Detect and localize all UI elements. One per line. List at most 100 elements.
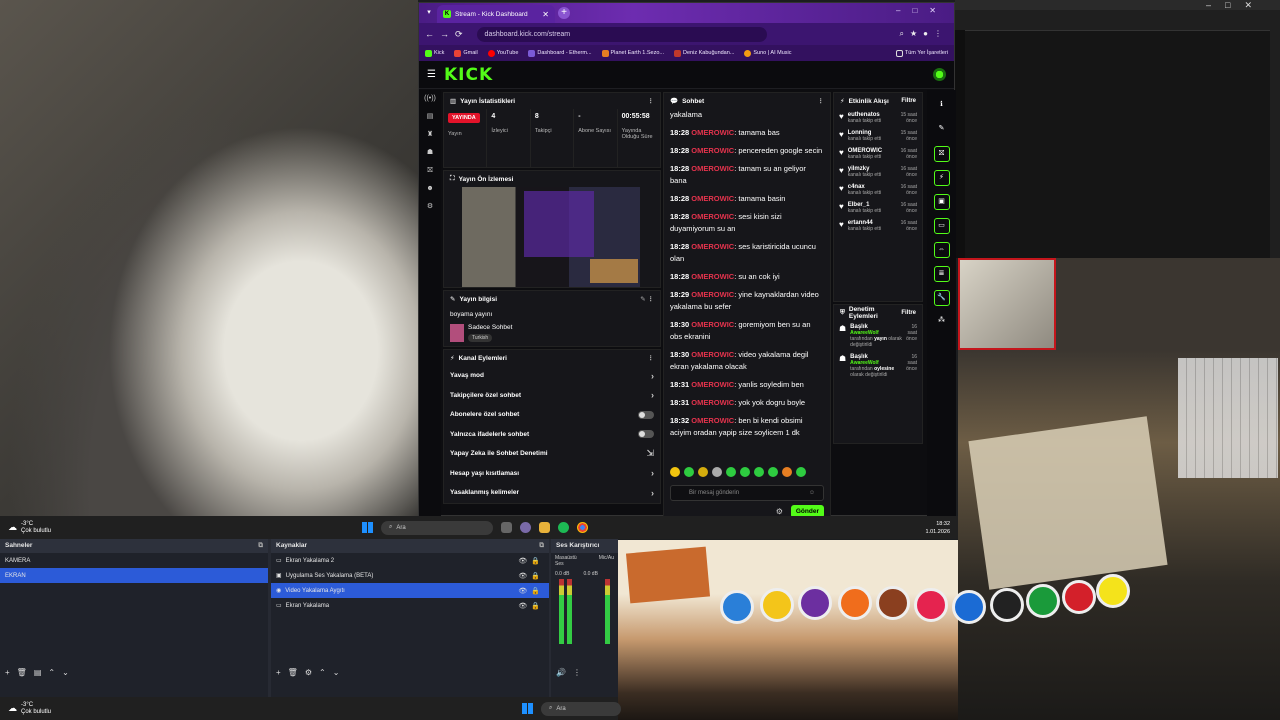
start-button[interactable] [362,522,373,533]
chat-icon: 💬 [670,98,679,105]
obs-icon[interactable] [520,522,531,533]
scene-controls[interactable]: +🗑▤⌃⌄ [5,668,76,677]
broadcast-icon[interactable]: ((•)) [419,90,441,108]
action-slow-mode[interactable]: Yavaş mod › [444,366,660,386]
filter-button[interactable]: Filtre [901,98,916,104]
more-icon[interactable]: ⋮ [648,97,655,105]
emote-icon[interactable] [782,467,792,477]
edit-icon[interactable]: ✎ ⋮ [640,295,654,303]
window-controls[interactable]: –□✕ [955,0,1280,10]
emoji-icon[interactable]: ☺ [809,490,815,496]
all-bookmarks[interactable]: Tüm Yer İşaretleri [895,49,948,57]
action-subs-only[interactable]: Abonelere özel sohbet [444,405,660,425]
emote-icon[interactable] [726,467,736,477]
more-icon[interactable]: ⋮ [818,97,825,105]
avatar[interactable] [933,68,946,81]
weather-widget[interactable]: ☁ -3°C Çok bulutlu [0,702,51,716]
trophy-icon[interactable]: ♜ [419,126,441,144]
more-icon[interactable]: ⋮ [648,354,655,362]
nav-buttons[interactable]: ←→⟳ [425,29,469,40]
bookmark-item[interactable]: Gmail [454,49,478,57]
clock[interactable]: 18:32 1.01.2026 [926,520,950,536]
source-item[interactable]: ▭ Ekran Yakalama 2 👁🔒 [271,553,549,568]
tab-search-icon[interactable]: ▾ [423,7,435,19]
chrome-icon[interactable] [577,522,588,533]
action-banned-words[interactable]: Yasaklanmış kelimeler › [444,483,660,503]
emote-icon[interactable] [740,467,750,477]
source-item[interactable]: ▣ Uygulama Ses Yakalama (BETA) 👁🔒 [271,568,549,583]
chat-message: 18:28 OMEROWIC: pencereden google secin [670,146,823,155]
settings-icon[interactable]: ⚙ [419,198,441,216]
dock-menu-icon[interactable]: ⧉ [258,542,263,550]
volume-meter [567,579,572,644]
bookmark-item[interactable]: Kick [425,49,444,57]
info-icon[interactable]: ℹ [934,98,950,114]
menu-icon[interactable]: ☰ [427,69,436,80]
wrench-icon[interactable]: 🔧 [933,290,950,306]
new-tab-button[interactable]: + [558,7,570,19]
emote-icon[interactable] [712,467,722,477]
card-title: Kanal Eylemleri [458,354,507,362]
list-icon[interactable]: ≣ [933,266,950,282]
emote-icon[interactable] [796,467,806,477]
bolt-icon[interactable]: ⚡ [933,170,950,186]
source-item[interactable]: ▭ Ekran Yakalama 👁🔒 [271,598,549,613]
weather-widget[interactable]: ☁ -3°C Çok bulutlu [0,521,51,535]
category-thumbnail [450,324,464,342]
pencil-icon[interactable]: ✎ [934,122,950,138]
moderation-icon[interactable]: ⛝ [419,162,441,180]
users-icon[interactable]: ☗ [419,144,441,162]
action-ai-moderation[interactable]: Yapay Zeka ile Sohbet Denetimi ⇲ [444,444,660,464]
bookmark-item[interactable]: Dashboard - Etherm... [528,49,592,57]
address-bar[interactable]: dashboard.kick.com/stream [476,26,767,42]
chat-settings-icon[interactable]: ⚙ [776,507,783,516]
right-rail: ℹ ✎ ⛝ ⚡ ▣ ▭ ⇔ ≣ 🔧 ⁂ [927,90,956,517]
emote-icon[interactable] [684,467,694,477]
paint-pot [838,586,872,620]
emote-icon[interactable] [768,467,778,477]
dock-menu-icon[interactable]: ⧉ [539,542,544,550]
source-controls[interactable]: +🗑⚙⌃⌄ [276,668,346,677]
kick-logo[interactable]: KICK [444,65,493,85]
moderation-icon[interactable]: ⛝ [933,146,950,162]
taskbar-search[interactable]: ⌕ Ara [381,520,493,535]
chat-input[interactable]: Bir mesaj gönderin ☺ [670,485,824,501]
tab-kick-dashboard[interactable]: K Stream - Kick Dashboard ✕ [437,5,555,23]
action-emotes-only[interactable]: Yalnızca ifadelerle sohbet [444,425,660,445]
folder-icon[interactable] [539,522,550,533]
action-account-age[interactable]: Hesap yaşı kısıtlaması › [444,464,660,484]
stream-preview[interactable] [462,187,640,287]
bookmark-item[interactable]: YouTube [487,49,518,57]
taskbar-search[interactable]: ⌕ Ara [541,701,621,716]
plugin-icon[interactable]: ⁂ [934,314,950,330]
feed-item: ♥ c4nax kanalı takip etti 16 saat önce [839,184,917,196]
spotify-icon[interactable] [558,522,569,533]
taskview-icon[interactable] [501,522,512,533]
emote-icon[interactable] [698,467,708,477]
window-controls[interactable]: –□✕ [896,6,948,15]
stream-icon[interactable]: ▣ [933,194,950,210]
source-item[interactable]: ◉ Video Yakalama Aygıtı 👁🔒 [271,583,549,598]
monitor-icon: ▭ [276,603,282,609]
mixer-controls[interactable]: 🔊⋮ [556,668,588,677]
chat-icon[interactable]: ▭ [933,218,950,234]
arrows-icon[interactable]: ⇔ [933,242,950,258]
emote-icon[interactable] [670,467,680,477]
bookmark-item[interactable]: Suno | AI Music [744,49,792,57]
scene-item[interactable]: KAMERA [0,553,268,568]
people-icon[interactable]: ☻ [419,180,441,198]
library-icon[interactable]: ▤ [419,108,441,126]
paint-pot [1062,580,1096,614]
extension-icons[interactable]: ⌕★●⋮ [900,29,948,39]
bookmark-item[interactable]: Deniz Kabuğundan... [674,49,734,57]
scene-item[interactable]: EKRAN [0,568,268,583]
camera-icon: ◉ [276,588,282,594]
action-followers-only[interactable]: Takipçilere özel sohbet › [444,386,660,406]
emote-bar [664,467,830,481]
emote-icon[interactable] [754,467,764,477]
start-button[interactable] [522,703,533,714]
close-tab-icon[interactable]: ✕ [542,10,549,19]
filter-button[interactable]: Filtre [901,310,916,316]
chat-messages[interactable]: yakalama 18:28 OMEROWIC: tamama bas 18:2… [664,109,830,467]
bookmark-item[interactable]: Planet Earth 1.Sezo... [601,49,664,57]
